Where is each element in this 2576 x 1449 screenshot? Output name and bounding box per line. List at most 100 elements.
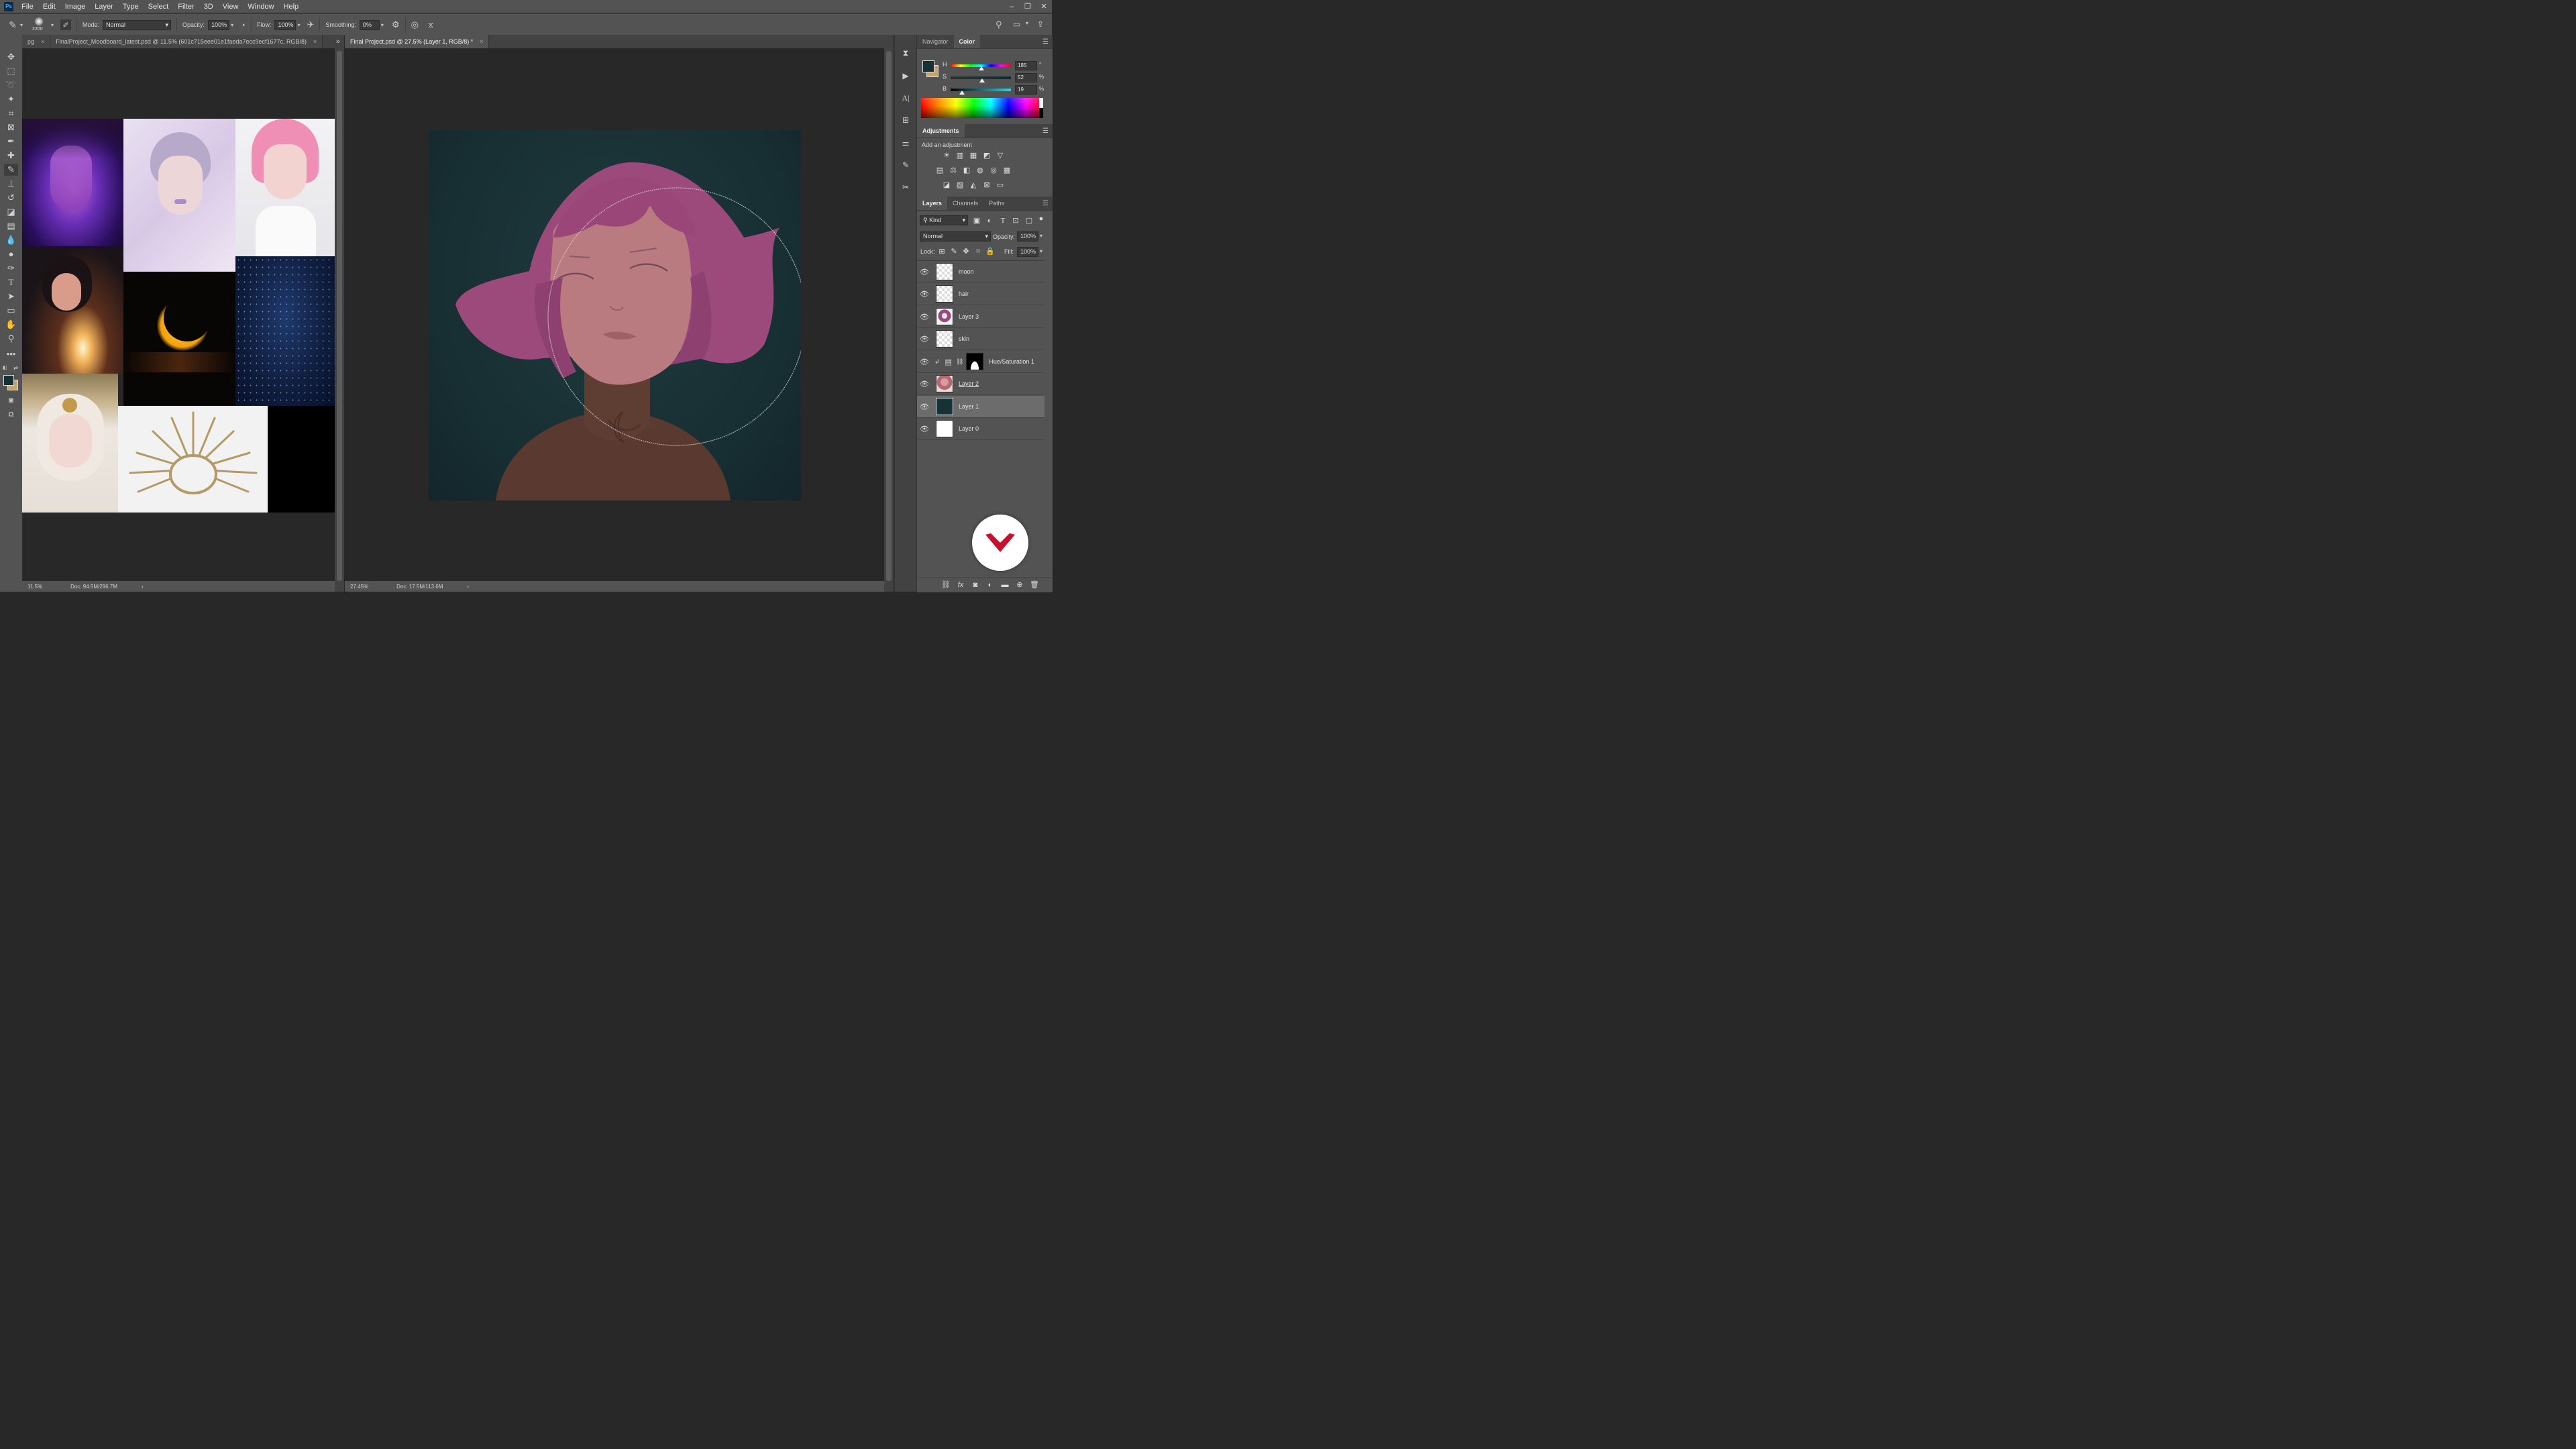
- opacity-input[interactable]: 100%: [208, 19, 230, 30]
- color-lookup-icon[interactable]: ▦: [1002, 166, 1012, 174]
- layer-row-moon[interactable]: 👁 moon: [917, 261, 1044, 283]
- threshold-icon[interactable]: ◭: [969, 181, 978, 189]
- status-arrow-icon[interactable]: ›: [142, 584, 144, 590]
- menu-image[interactable]: Image: [65, 3, 86, 11]
- status-arrow-icon[interactable]: ›: [467, 584, 469, 590]
- flow-input[interactable]: 100%: [274, 19, 297, 30]
- foreground-color-swatch[interactable]: [3, 375, 14, 386]
- left-scrollbar[interactable]: [335, 48, 344, 592]
- brush-preset-picker[interactable]: 2200: [28, 15, 51, 34]
- color-spectrum[interactable]: [921, 98, 1043, 118]
- layer-row-hue-saturation-1[interactable]: 👁 ↲ ▤ ⛓ Hue/Saturation 1: [917, 351, 1044, 373]
- menu-window[interactable]: Window: [248, 3, 274, 11]
- default-colors-icon[interactable]: ◧: [3, 365, 8, 370]
- link-layers-icon[interactable]: ⛓: [941, 581, 951, 589]
- layer-row-layer-0[interactable]: 👁 Layer 0: [917, 418, 1044, 440]
- eye-icon[interactable]: 👁: [917, 290, 932, 299]
- layer-name[interactable]: hair: [959, 290, 969, 297]
- zoom-tool-icon[interactable]: ⚲: [4, 333, 18, 345]
- chevron-down-icon[interactable]: ▾: [20, 22, 23, 28]
- add-mask-icon[interactable]: ◙: [971, 581, 980, 589]
- menu-layer[interactable]: Layer: [95, 3, 113, 11]
- new-layer-icon[interactable]: ⊕: [1015, 581, 1024, 589]
- layer-mask-thumbnail[interactable]: [966, 353, 984, 370]
- layer-row-layer-1[interactable]: 👁 Layer 1: [917, 396, 1044, 418]
- layer-name[interactable]: Layer 0: [959, 425, 979, 432]
- black-white-icon[interactable]: ◧: [962, 166, 971, 174]
- eraser-tool-icon[interactable]: ◪: [4, 206, 18, 218]
- new-adjustment-icon[interactable]: ◐: [985, 581, 995, 589]
- chevron-down-icon[interactable]: ▾: [1040, 248, 1042, 254]
- tab-overflow-icon[interactable]: »: [336, 38, 340, 46]
- blend-mode-select[interactable]: Normal ▾: [920, 231, 991, 241]
- restore-button[interactable]: ❐: [1020, 2, 1036, 11]
- filter-adjustment-icon[interactable]: ◐: [985, 217, 994, 225]
- tab-color[interactable]: Color: [953, 35, 981, 48]
- chevron-down-icon[interactable]: ▾: [381, 22, 384, 28]
- menu-file[interactable]: File: [21, 3, 34, 11]
- lock-transparent-icon[interactable]: ⊞: [937, 248, 947, 256]
- marquee-tool-icon[interactable]: ⬚: [4, 65, 18, 77]
- lock-image-icon[interactable]: ✎: [949, 248, 959, 256]
- filter-type-icon[interactable]: T: [998, 217, 1008, 225]
- eye-icon[interactable]: 👁: [917, 402, 932, 411]
- layer-row-layer-2[interactable]: 👁 Layer 2: [917, 373, 1044, 395]
- share-icon[interactable]: ⇪: [1037, 19, 1044, 29]
- healing-brush-tool-icon[interactable]: ✚: [4, 150, 18, 162]
- layer-name[interactable]: moon: [959, 268, 974, 275]
- brushes-panel-icon[interactable]: ✎: [899, 159, 912, 171]
- eye-icon[interactable]: 👁: [917, 335, 932, 343]
- tab-navigator[interactable]: Navigator: [917, 35, 954, 48]
- smoothing-input[interactable]: 0%: [359, 19, 380, 30]
- screen-mode-icon[interactable]: ⧉: [4, 409, 18, 421]
- channel-mixer-icon[interactable]: ◎: [989, 166, 998, 174]
- scroll-thumb[interactable]: [886, 51, 892, 581]
- search-icon[interactable]: ⚲: [996, 19, 1002, 30]
- scroll-thumb[interactable]: [337, 51, 342, 581]
- tool-presets-icon[interactable]: ✂: [899, 181, 912, 193]
- frame-tool-icon[interactable]: ⊠: [4, 121, 18, 133]
- posterize-icon[interactable]: ▨: [955, 181, 965, 189]
- color-balance-icon[interactable]: ⚖: [949, 166, 958, 174]
- eye-icon[interactable]: 👁: [917, 425, 932, 433]
- blur-tool-icon[interactable]: 💧: [4, 234, 18, 246]
- layer-style-icon[interactable]: fx: [956, 581, 965, 589]
- tab-channels[interactable]: Channels: [947, 197, 983, 210]
- exposure-icon[interactable]: ◩: [982, 152, 991, 160]
- pen-tool-icon[interactable]: ✑: [4, 262, 18, 274]
- tab-layers[interactable]: Layers: [917, 197, 948, 210]
- eye-icon[interactable]: 👁: [917, 358, 932, 366]
- filter-pixel-icon[interactable]: ▣: [972, 217, 981, 225]
- foreground-color-swatch[interactable]: [922, 60, 934, 72]
- lock-position-icon[interactable]: ✥: [961, 248, 971, 256]
- layer-row-skin[interactable]: 👁 skin: [917, 328, 1044, 350]
- panel-menu-icon[interactable]: ☰: [1042, 127, 1049, 135]
- adjustments-title[interactable]: Adjustments: [917, 124, 965, 138]
- layer-row-layer-3[interactable]: 👁 Layer 3: [917, 306, 1044, 328]
- brush-settings-icon[interactable]: ✐: [60, 19, 72, 30]
- saturation-slider-thumb[interactable]: [979, 78, 985, 83]
- curves-icon[interactable]: ▦: [969, 152, 978, 160]
- final-project-document[interactable]: [345, 48, 884, 581]
- chevron-down-icon[interactable]: ▾: [1026, 20, 1028, 26]
- history-brush-tool-icon[interactable]: ↺: [4, 192, 18, 204]
- tab-paths[interactable]: Paths: [983, 197, 1010, 210]
- close-icon[interactable]: ×: [313, 38, 317, 45]
- brightness-slider-thumb[interactable]: [959, 91, 965, 95]
- tab-final-project[interactable]: Final Project.psd @ 27.5% (Layer 1, RGB/…: [345, 35, 490, 48]
- layer-filter-kind[interactable]: ⚲ Kind ▾: [920, 215, 968, 225]
- history-panel-icon[interactable]: ⧗: [899, 47, 912, 59]
- airbrush-icon[interactable]: ✈: [307, 19, 314, 30]
- path-selection-tool-icon[interactable]: ➤: [4, 290, 18, 303]
- black-swatch[interactable]: [1039, 108, 1043, 118]
- actions-panel-icon[interactable]: ▶: [899, 70, 912, 82]
- layer-row-hair[interactable]: 👁 hair: [917, 283, 1044, 305]
- menu-edit[interactable]: Edit: [43, 3, 56, 11]
- gradient-tool-icon[interactable]: ▤: [4, 220, 18, 232]
- invert-icon[interactable]: ◪: [942, 181, 951, 189]
- magic-wand-tool-icon[interactable]: ✦: [4, 93, 18, 105]
- vibrance-icon[interactable]: ▽: [996, 152, 1005, 160]
- dodge-tool-icon[interactable]: ●: [4, 248, 18, 260]
- layer-name[interactable]: Layer 2: [959, 380, 979, 387]
- hue-input[interactable]: 185: [1015, 61, 1037, 70]
